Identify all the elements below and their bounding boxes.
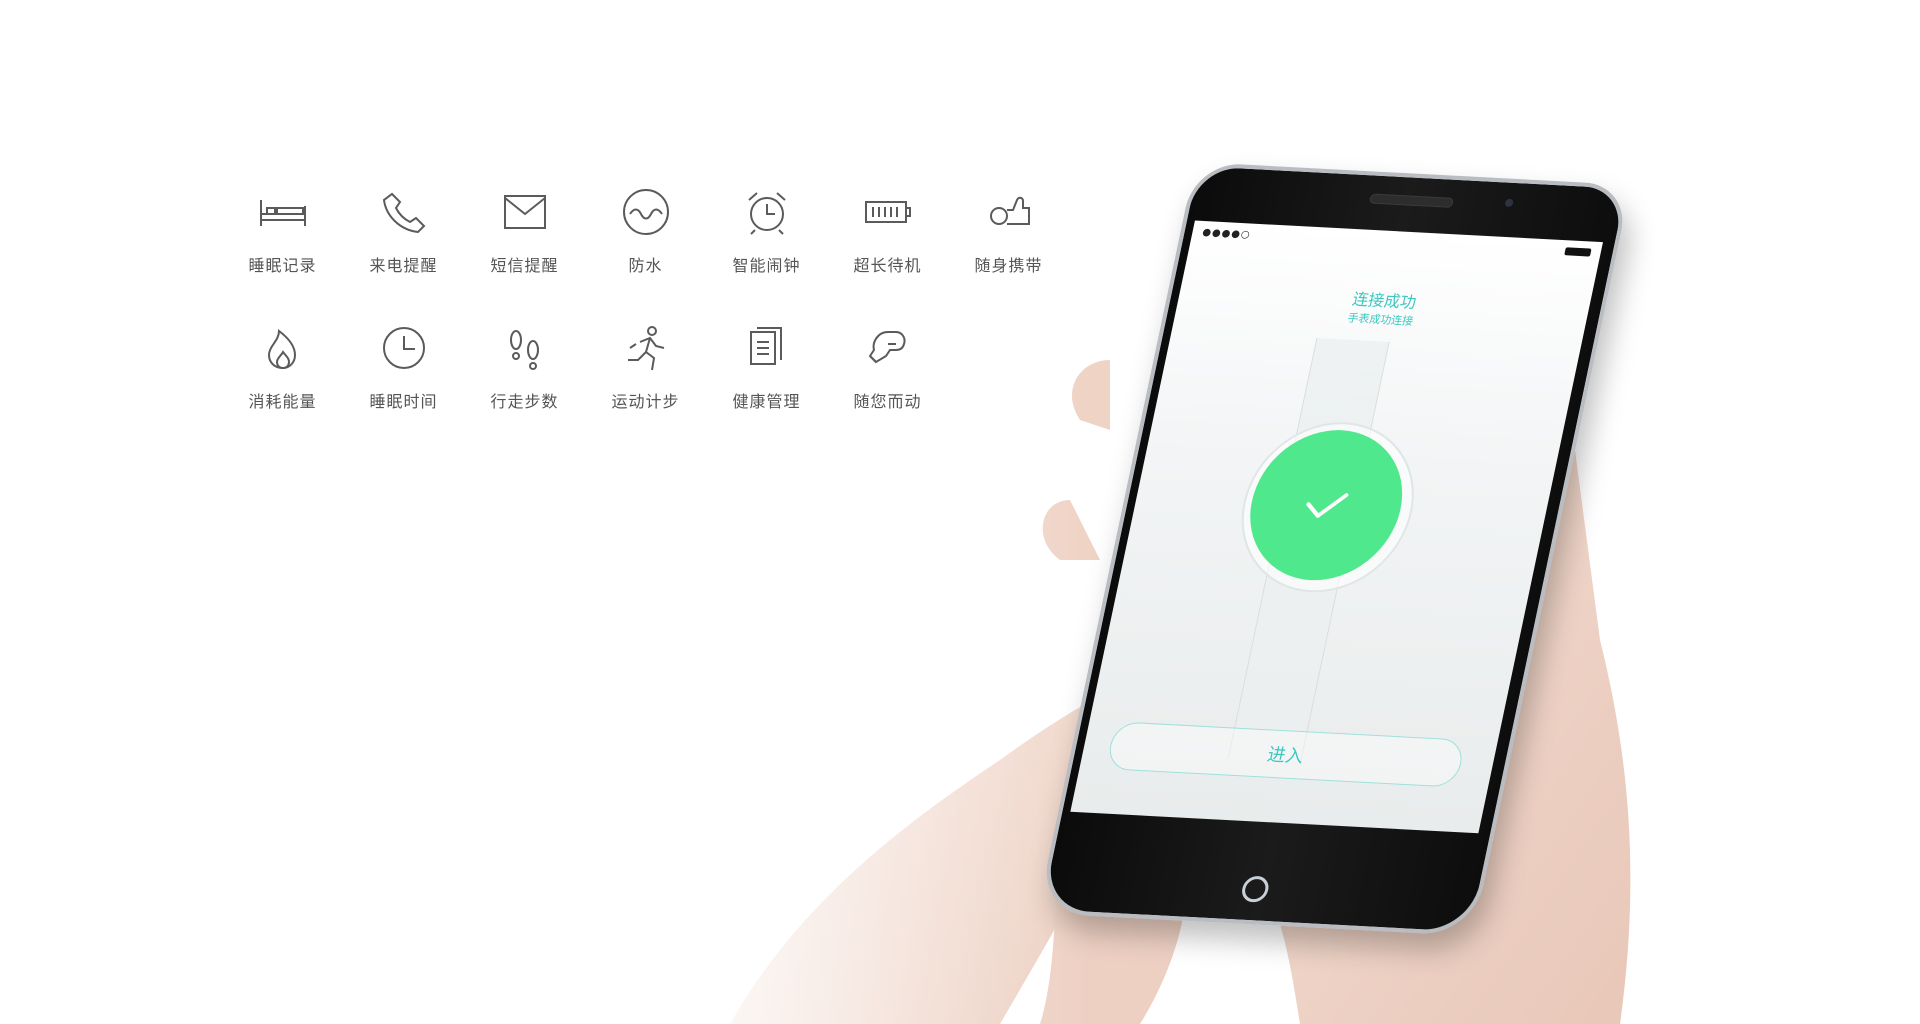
phone-icon [376, 184, 432, 240]
feature-label: 睡眠记录 [248, 256, 317, 275]
feature-sms-reminder: 短信提醒 [464, 184, 585, 276]
feature-label: 超长待机 [853, 256, 922, 275]
phone-screen: ●●●●○ 连接成功 手表成功连接 进入 [1070, 220, 1603, 834]
front-camera [1504, 198, 1514, 208]
runner-icon [618, 320, 674, 376]
bed-icon [255, 184, 311, 240]
watch-hand-icon [981, 184, 1037, 240]
feature-label: 随身携带 [974, 256, 1043, 275]
feature-grid: 睡眠记录 来电提醒 短信提醒 防水 智能闹钟 超长待机 随身携带 消耗能量 睡眠… [222, 184, 1069, 412]
feature-health-management: 健康管理 [706, 320, 827, 412]
feature-portable: 随身携带 [948, 184, 1069, 276]
feature-label: 短信提醒 [490, 256, 559, 275]
feature-long-standby: 超长待机 [827, 184, 948, 276]
feature-row-2: 消耗能量 睡眠时间 行走步数 运动计步 健康管理 随您而动 [222, 320, 1069, 412]
enter-button[interactable]: 进入 [1105, 721, 1467, 788]
feature-row-1: 睡眠记录 来电提醒 短信提醒 防水 智能闹钟 超长待机 随身携带 [222, 184, 1069, 276]
earpiece [1368, 193, 1455, 208]
feature-label: 消耗能量 [248, 392, 317, 411]
boxing-glove-icon [860, 320, 916, 376]
status-bar: ●●●●○ [1190, 221, 1603, 265]
feature-exercise-steps: 运动计步 [585, 320, 706, 412]
feature-smart-alarm: 智能闹钟 [706, 184, 827, 276]
flame-icon [255, 320, 311, 376]
feature-walking-steps: 行走步数 [464, 320, 585, 412]
feature-sleep-record: 睡眠记录 [222, 184, 343, 276]
feature-move-with-you: 随您而动 [827, 320, 948, 412]
feature-sleep-time: 睡眠时间 [343, 320, 464, 412]
status-battery [1560, 247, 1592, 257]
feature-call-reminder: 来电提醒 [343, 184, 464, 276]
feature-waterproof: 防水 [585, 184, 706, 276]
checkmark-icon [1306, 493, 1349, 518]
home-button[interactable] [1239, 875, 1271, 903]
clock-icon [376, 320, 432, 376]
feature-label: 来电提醒 [369, 256, 438, 275]
envelope-icon [497, 184, 553, 240]
feature-label: 健康管理 [732, 392, 801, 411]
feature-label: 随您而动 [853, 392, 922, 411]
feature-calories: 消耗能量 [222, 320, 343, 412]
feature-label: 睡眠时间 [369, 392, 438, 411]
feature-label: 运动计步 [611, 392, 680, 411]
feature-label: 智能闹钟 [732, 256, 801, 275]
battery-icon [860, 184, 916, 240]
feature-label: 防水 [628, 256, 663, 275]
feature-label: 行走步数 [490, 392, 559, 411]
alarm-clock-icon [739, 184, 795, 240]
smartphone: ●●●●○ 连接成功 手表成功连接 进入 [1036, 162, 1632, 936]
battery-icon [1564, 247, 1592, 257]
signal-indicator: ●●●●○ [1201, 226, 1252, 241]
document-icon [739, 320, 795, 376]
footprints-icon [497, 320, 553, 376]
water-wave-icon [618, 184, 674, 240]
